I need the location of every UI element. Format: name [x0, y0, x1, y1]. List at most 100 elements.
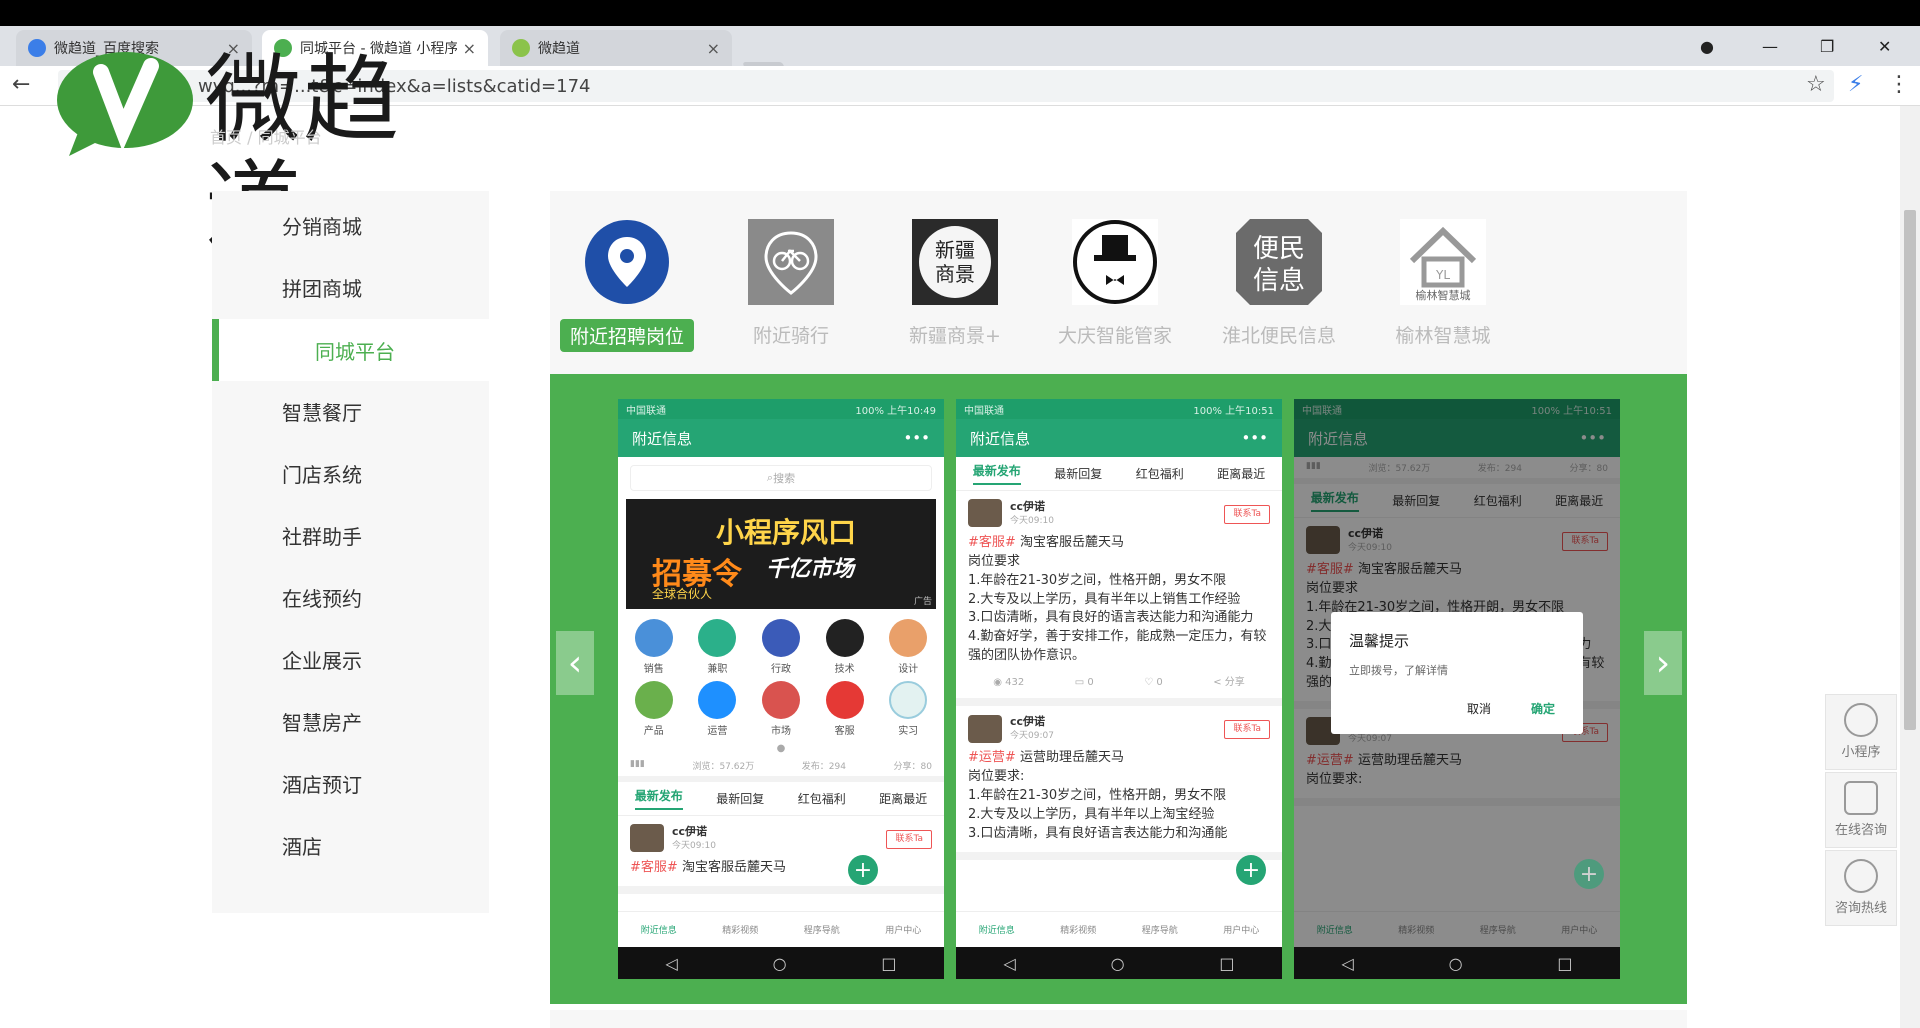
back-triangle-icon: ◁: [1003, 953, 1016, 973]
sidebar-item-yuyue[interactable]: 在线预约: [212, 569, 489, 625]
scrollbar-thumb[interactable]: [1904, 210, 1916, 730]
category-parttime: 兼职: [686, 619, 750, 675]
close-tab-icon[interactable]: ×: [707, 39, 720, 58]
category-market: 市场: [749, 681, 813, 737]
svg-text:榆林智慧城: 榆林智慧城: [1416, 288, 1471, 302]
phone-title-bar: 附近信息 •••: [618, 419, 944, 457]
sidebar-item-pintuan[interactable]: 拼团商城: [212, 259, 489, 315]
avatar: [968, 499, 1002, 528]
breadcrumb: 首页 / 同城平台: [210, 128, 322, 147]
svg-text:信息: 信息: [1253, 266, 1305, 296]
floating-contact-menu: 小程序 在线咨询 咨询热线: [1825, 694, 1897, 928]
app-case-huaibei[interactable]: 便民 信息 淮北便民信息: [1204, 219, 1354, 359]
sidebar-item-mendian[interactable]: 门店系统: [212, 445, 489, 501]
chart-bars-icon: ▮▮▮: [630, 759, 645, 769]
minimize-icon[interactable]: —: [1762, 26, 1778, 66]
category-service: 客服: [813, 681, 877, 737]
more-dots-icon: •••: [1241, 429, 1268, 447]
profile-icon[interactable]: ●: [1700, 26, 1714, 66]
carousel-next-button[interactable]: ›: [1644, 631, 1682, 695]
category-sales: 销售: [622, 619, 686, 675]
add-fab-icon: +: [848, 855, 878, 885]
phone-status-bar: 中国联通 100% 上午10:49: [618, 399, 944, 419]
content-bottom-strip: [550, 1010, 1687, 1028]
home-circle-icon: ○: [1448, 953, 1463, 973]
phone-search-box: ⌕ 搜索: [630, 465, 932, 491]
lightning-extension-icon[interactable]: ⚡: [1848, 72, 1863, 97]
eye-icon: ◉ 432: [993, 676, 1025, 688]
baidu-paw-icon: [28, 39, 46, 57]
page-dot-icon: ●: [776, 743, 786, 754]
app-case-daqing[interactable]: 大庆智能管家: [1040, 219, 1190, 359]
recent-square-icon: □: [1219, 953, 1235, 973]
house-logo-icon: YL 榆林智慧城: [1400, 219, 1486, 305]
recent-square-icon: □: [881, 953, 897, 973]
sidebar-item-jiudian-yuding[interactable]: 酒店预订: [212, 755, 489, 811]
close-window-icon[interactable]: ✕: [1878, 26, 1891, 66]
browser-tab-weiqudao[interactable]: 微趋道 ×: [500, 30, 732, 66]
like-icon: ♡ 0: [1144, 676, 1163, 688]
sidebar-item-canting[interactable]: 智慧餐厅: [212, 383, 489, 439]
pencil-icon: [634, 681, 673, 719]
mini-program-button[interactable]: 小程序: [1825, 694, 1897, 770]
confirm-dialog: 温馨提示 立即拨号，了解详情 取消 确定: [1331, 612, 1583, 734]
phone-tabs: 最新发布 最新回复 红包福利 距离最近: [956, 457, 1282, 491]
phone-system-nav: ◁ ○ □: [618, 947, 944, 979]
online-consult-button[interactable]: 在线咨询: [1825, 772, 1897, 848]
person-icon: [634, 619, 673, 657]
svg-text:新疆: 新疆: [935, 238, 975, 262]
phone-bottom-nav: 附近信息 精彩视频 程序导航 用户中心: [618, 911, 944, 947]
carousel-prev-button[interactable]: ‹: [556, 631, 594, 695]
avatar: [968, 714, 1002, 743]
sidebar-item-jiudian[interactable]: 酒店: [212, 817, 489, 873]
bookmark-star-icon[interactable]: ☆: [1806, 72, 1826, 97]
restore-icon[interactable]: ❐: [1820, 26, 1834, 66]
more-menu-icon[interactable]: ⋮: [1888, 72, 1910, 97]
phone-bottom-nav: 附近信息 精彩视频 程序导航 用户中心: [956, 911, 1282, 947]
main-content: 附近招聘岗位 附近骑行 新疆 商景 新疆商景+ 大庆智能管家 便民 信息 淮北便…: [550, 191, 1687, 1011]
sidebar-item-shequn[interactable]: 社群助手: [212, 507, 489, 563]
sidebar-item-qiye[interactable]: 企业展示: [212, 631, 489, 687]
phone-ad-banner: 小程序风口 千亿市场 招募令 全球合伙人 广告: [626, 499, 936, 609]
sidebar-item-fangchan[interactable]: 智慧房产: [212, 693, 489, 749]
phone-title-bar: 附近信息 •••: [956, 419, 1282, 457]
app-case-yulin[interactable]: YL 榆林智慧城 榆林智慧城: [1368, 219, 1518, 359]
admin-icon: [761, 619, 800, 657]
sidebar-item-fenxiao[interactable]: 分销商城: [212, 197, 489, 253]
location-pin-icon: [585, 220, 669, 304]
avatar: [630, 824, 664, 853]
phone-screenshot-dialog: 中国联通 100% 上午10:51 附近信息 ••• ▮▮▮ 浏览：57.62万 发…: [1294, 399, 1620, 979]
phone-stats: ▮▮▮ 浏览：57.62万 发布：294 分享：80: [618, 755, 944, 782]
phone-icon: [1844, 859, 1878, 893]
category-product: 产品: [622, 681, 686, 737]
bicycle-icon: [748, 219, 834, 305]
headset-icon: [825, 681, 864, 719]
phone-post: cc伊诺 今天09:10 联系Ta #客服# 淘宝客服岳麓天马: [618, 816, 944, 894]
logo-bubble-icon: [57, 52, 193, 156]
tech-person-icon: [825, 619, 864, 657]
app-case-qixing[interactable]: 附近骑行: [716, 219, 866, 359]
market-icon: [761, 681, 800, 719]
app-case-xinjiang[interactable]: 新疆 商景 新疆商景+: [880, 219, 1030, 359]
chat-bubble-favicon-icon: [512, 39, 530, 57]
category-sidebar: 分销商城 拼团商城 同城平台 智慧餐厅 门店系统 社群助手 在线预约 企业展示 …: [212, 191, 489, 913]
more-dots-icon: •••: [903, 429, 930, 447]
hotline-button[interactable]: 咨询热线: [1825, 850, 1897, 926]
chat-bubbles-icon: [1844, 781, 1878, 815]
back-arrow-icon[interactable]: ←: [12, 72, 30, 97]
app-case-row: 附近招聘岗位 附近骑行 新疆 商景 新疆商景+ 大庆智能管家 便民 信息 淮北便…: [550, 191, 1687, 374]
phone-screenshot-home: 中国联通 100% 上午10:49 附近信息 ••• ⌕ 搜索 小程序风口 千亿市场…: [618, 399, 944, 979]
designer-icon: [889, 619, 928, 657]
svg-text:YL: YL: [1435, 268, 1450, 282]
page-scrollbar[interactable]: [1900, 106, 1920, 1028]
svg-text:商景: 商景: [935, 262, 975, 286]
parttime-icon: [698, 619, 737, 657]
sidebar-item-tongcheng[interactable]: 同城平台: [212, 319, 489, 381]
phone-system-nav: ◁ ○ □: [956, 947, 1282, 979]
window-top-bar: [0, 0, 1920, 26]
phone-post: cc伊诺 今天09:10 联系Ta #客服# 淘宝客服岳麓天马 岗位要求 1.年龄…: [956, 491, 1282, 707]
app-case-zhaopin[interactable]: 附近招聘岗位: [552, 219, 702, 359]
svg-text:便民: 便民: [1253, 234, 1305, 264]
share-icon: < 分享: [1213, 676, 1245, 688]
bianmin-seal-icon: 便民 信息: [1236, 219, 1322, 305]
